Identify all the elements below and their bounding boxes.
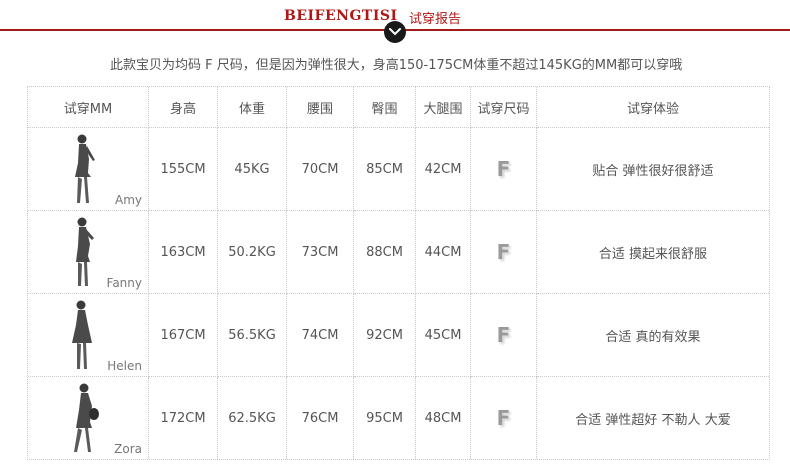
model-cell: Fanny [28, 211, 149, 294]
waist-cell: 74CM [287, 294, 354, 377]
table-row: Zora 172CM 62.5KG 76CM 95CM 48CM F 合适 弹性… [28, 377, 769, 459]
hip-cell: 85CM [354, 128, 416, 211]
weight-cell: 62.5KG [218, 377, 287, 459]
hip-cell: 92CM [354, 294, 416, 377]
header-thigh: 大腿围 [416, 87, 471, 128]
table-header-row: 试穿MM 身高 体重 腰围 臀围 大腿围 试穿尺码 试穿体验 [28, 87, 769, 128]
height-cell: 155CM [149, 128, 218, 211]
model-name: Helen [107, 359, 142, 373]
experience-cell: 合适 真的有效果 [537, 294, 769, 377]
brand-name: BEIFENGTISI [282, 8, 400, 24]
model-silhouette-icon [74, 383, 99, 452]
header-experience: 试穿体验 [537, 87, 769, 128]
size-badge: F [496, 406, 511, 430]
experience-cell: 合适 弹性超好 不勒人 大爱 [575, 412, 731, 428]
hip-cell: 95CM [354, 377, 416, 459]
size-cell: F [471, 377, 537, 459]
table-row: Fanny 163CM 50.2KG 73CM 88CM 44CM F 合适 摸… [28, 211, 769, 294]
table-row: Amy 155CM 45KG 70CM 85CM 42CM F 贴合 弹性很好很… [28, 128, 769, 211]
size-note: 此款宝贝为均码 F 尺码，但是因为弹性很大，身高150-175CM体重不超过14… [110, 58, 683, 73]
experience-cell: 合适 摸起来很舒服 [537, 211, 769, 294]
thigh-cell: 45CM [416, 294, 471, 377]
weight-cell: 56.5KG [218, 294, 287, 377]
table-row: Helen 167CM 56.5KG 74CM 92CM 45CM F 合适 真… [28, 294, 769, 377]
size-cell: F [471, 128, 537, 211]
model-silhouette-icon [76, 217, 94, 286]
model-cell: Amy [28, 128, 149, 211]
size-badge: F [496, 240, 511, 264]
height-cell: 172CM [149, 377, 218, 459]
size-cell: F [471, 294, 537, 377]
model-cell: Zora [28, 377, 149, 459]
waist-cell: 70CM [287, 128, 354, 211]
header-waist: 腰围 [287, 87, 354, 128]
size-badge: F [496, 157, 511, 181]
weight-cell: 50.2KG [218, 211, 287, 294]
chevron-down-icon[interactable] [384, 21, 406, 43]
header-size: 试穿尺码 [471, 87, 537, 128]
model-silhouette-icon [72, 300, 92, 369]
thigh-cell: 42CM [416, 128, 471, 211]
model-name: Fanny [106, 276, 142, 290]
height-cell: 167CM [149, 294, 218, 377]
hip-cell: 88CM [354, 211, 416, 294]
thigh-cell: 48CM [416, 377, 471, 459]
weight-cell: 45KG [218, 128, 287, 211]
size-badge: F [496, 323, 511, 347]
experience-cell: 贴合 弹性很好很舒适 [537, 128, 769, 211]
header-hip: 臀围 [354, 87, 416, 128]
fit-report-table: 试穿MM 身高 体重 腰围 臀围 大腿围 试穿尺码 试穿体验 Amy 155CM… [27, 86, 770, 460]
model-name: Zora [114, 442, 142, 456]
height-cell: 163CM [149, 211, 218, 294]
size-cell: F [471, 211, 537, 294]
model-silhouette-icon [75, 134, 95, 203]
header-height: 身高 [149, 87, 218, 128]
waist-cell: 76CM [287, 377, 354, 459]
model-cell: Helen [28, 294, 149, 377]
header-model: 试穿MM [28, 87, 149, 128]
thigh-cell: 44CM [416, 211, 471, 294]
section-title: 试穿报告 [407, 8, 464, 27]
waist-cell: 73CM [287, 211, 354, 294]
header-weight: 体重 [218, 87, 287, 128]
model-name: Amy [115, 193, 142, 207]
